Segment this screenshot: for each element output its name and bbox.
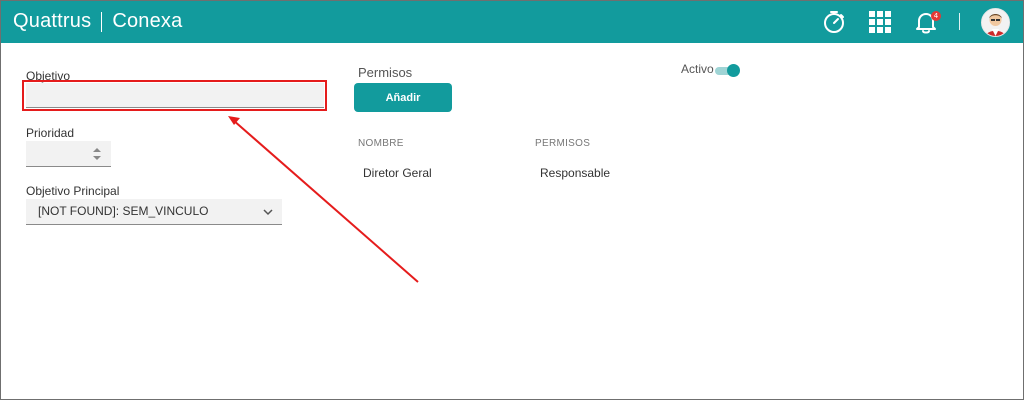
row-permisos: Responsable bbox=[540, 166, 611, 180]
objetivo-input[interactable] bbox=[26, 83, 324, 108]
row-nombre: Diretor Geral bbox=[363, 166, 432, 180]
brand: Quattrus Conexa bbox=[13, 10, 182, 33]
toggle-knob bbox=[727, 64, 740, 77]
stepper-arrows-icon[interactable] bbox=[91, 146, 103, 162]
top-bar: Quattrus Conexa 4 bbox=[1, 1, 1023, 43]
notification-badge: 4 bbox=[931, 11, 941, 21]
avatar-icon bbox=[982, 9, 1009, 36]
prioridad-label: Prioridad bbox=[26, 126, 75, 140]
brand-left: Quattrus bbox=[13, 10, 92, 32]
apps-grid-icon[interactable] bbox=[867, 9, 893, 35]
col-header-permisos: PERMISOS bbox=[535, 138, 591, 149]
brand-separator bbox=[101, 11, 103, 32]
stopwatch-icon[interactable] bbox=[821, 9, 847, 35]
app-window: Quattrus Conexa 4 Objetivo Prioridad Obj… bbox=[0, 0, 1024, 400]
user-avatar[interactable] bbox=[981, 8, 1010, 37]
objetivo-principal-select[interactable]: [NOT FOUND]: SEM_VINCULO bbox=[26, 199, 282, 225]
objetivo-principal-value: [NOT FOUND]: SEM_VINCULO bbox=[38, 204, 209, 218]
header-divider bbox=[959, 13, 960, 30]
add-permission-button[interactable]: Añadir bbox=[354, 83, 452, 112]
objetivo-principal-label: Objetivo Principal bbox=[26, 184, 120, 198]
prioridad-stepper[interactable] bbox=[26, 141, 111, 167]
activo-label: Activo bbox=[681, 62, 714, 76]
chevron-down-icon bbox=[263, 209, 273, 216]
activo-toggle[interactable] bbox=[712, 64, 740, 77]
brand-right: Conexa bbox=[112, 10, 183, 32]
col-header-nombre: NOMBRE bbox=[358, 138, 404, 149]
permisos-title: Permisos bbox=[358, 65, 413, 80]
objetivo-label: Objetivo bbox=[26, 69, 71, 83]
